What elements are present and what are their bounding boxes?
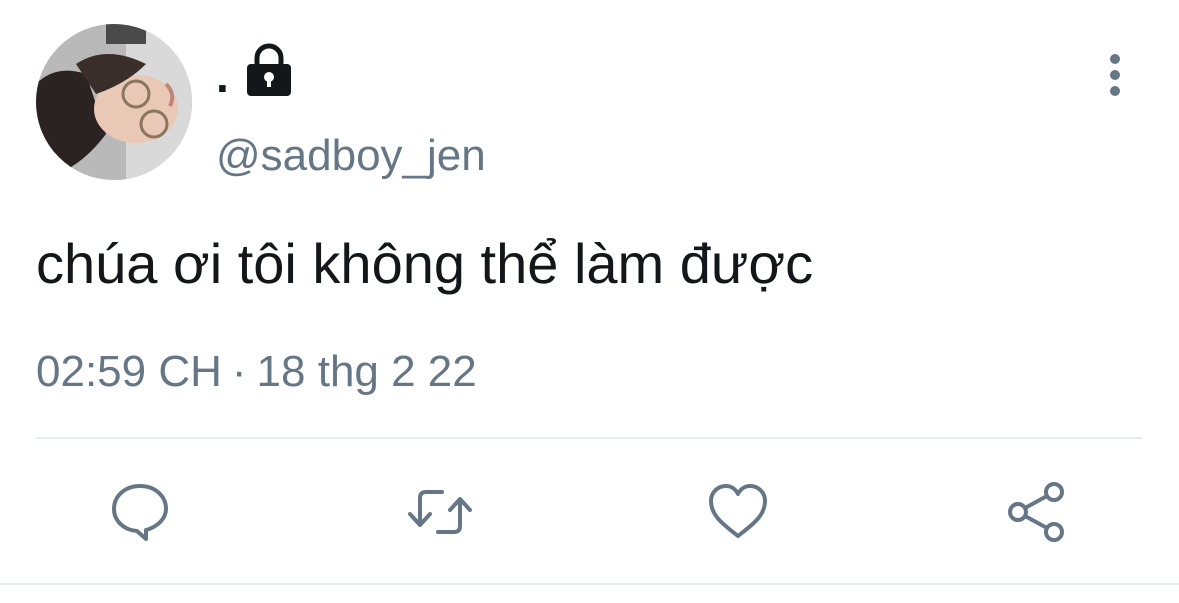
- reply-button[interactable]: [106, 478, 174, 546]
- tweet-timestamp[interactable]: 02:59 CH · 18 thg 2 22: [36, 342, 477, 402]
- retweet-button[interactable]: [406, 478, 474, 546]
- like-button[interactable]: [704, 478, 772, 546]
- tweet-text: chúa ơi tôi không thể làm được: [36, 232, 814, 295]
- avatar[interactable]: [36, 24, 192, 180]
- divider: [36, 437, 1142, 439]
- bottom-divider: [0, 583, 1179, 585]
- tweet-date: 18 thg 2 22: [256, 347, 477, 396]
- more-options-button[interactable]: [1092, 50, 1138, 100]
- heart-icon: [709, 484, 767, 538]
- more-vertical-icon: [1110, 54, 1120, 96]
- tweet-time: 02:59 CH: [36, 347, 222, 396]
- user-handle[interactable]: @sadboy_jen: [216, 128, 486, 184]
- avatar-photo: [36, 24, 192, 180]
- lock-icon: [243, 42, 295, 98]
- display-name-row[interactable]: .: [216, 40, 295, 100]
- action-bar: [0, 478, 1179, 548]
- reply-icon: [112, 484, 168, 541]
- share-icon: [1008, 482, 1064, 542]
- share-button[interactable]: [1004, 478, 1072, 546]
- retweet-icon: [408, 490, 472, 534]
- display-name[interactable]: .: [216, 53, 229, 99]
- meta-separator: ·: [231, 347, 247, 396]
- tweet-card: . @sadboy_jen chúa ơi tôi không thể làm …: [0, 0, 1179, 603]
